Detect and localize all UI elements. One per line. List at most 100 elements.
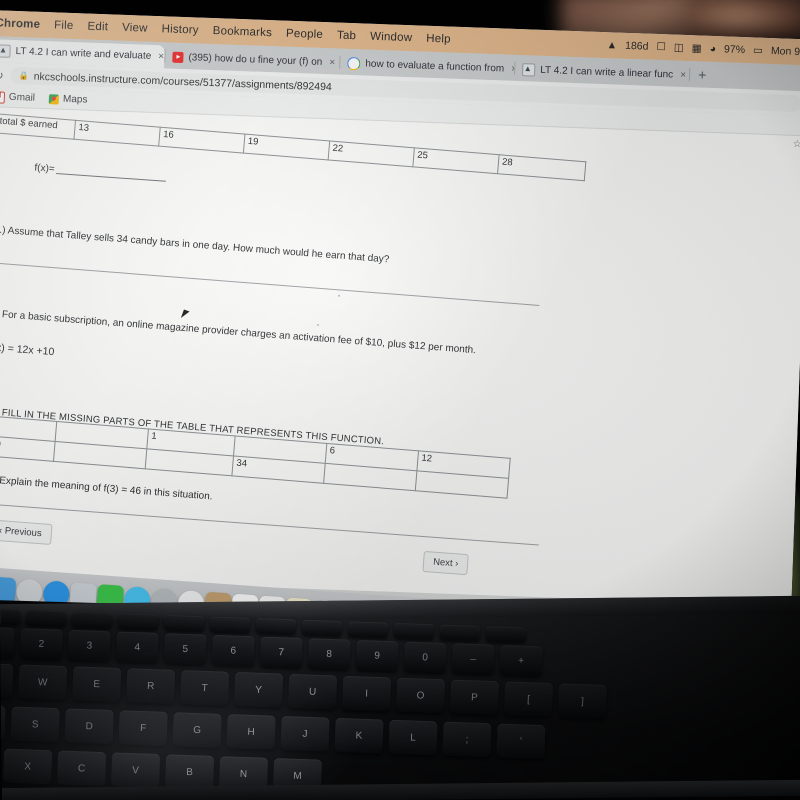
key-x[interactable]: ; [442, 721, 492, 758]
assignment-page: ☆ total $ earned 13 16 19 22 25 28 f(x)=… [0, 106, 800, 607]
previous-button[interactable]: ‹ Previous [0, 519, 53, 545]
earnings-cell-3[interactable]: 19 [243, 134, 330, 160]
key-w[interactable]: W [18, 664, 68, 701]
key-8[interactable]: 8 [307, 638, 351, 670]
key-f11[interactable] [439, 624, 481, 641]
earnings-cell-6[interactable]: 28 [497, 154, 586, 181]
menu-file[interactable]: File [54, 19, 74, 32]
key-t[interactable]: T [180, 670, 230, 706]
key-e[interactable]: E [72, 666, 122, 702]
key-7[interactable]: 7 [259, 636, 303, 668]
fx-prompt-line: f(x)= [34, 162, 167, 182]
menu-people[interactable]: People [286, 28, 323, 41]
key-o[interactable]: O [395, 677, 446, 714]
key-r[interactable]: R [126, 668, 176, 704]
key-j[interactable]: J [280, 715, 330, 752]
close-icon[interactable]: × [680, 70, 686, 81]
key-f8[interactable] [301, 619, 343, 637]
key-f7[interactable] [255, 618, 297, 635]
battery-icon[interactable]: ▭ [753, 44, 763, 56]
key-k[interactable]: K [334, 717, 384, 754]
menubar-clock[interactable]: Mon 9: [771, 45, 800, 58]
question-2b-text: b.) Explain the meaning of f(3) = 46 in … [0, 474, 213, 503]
menu-window[interactable]: Window [370, 31, 413, 44]
key-d[interactable]: D [64, 708, 114, 745]
menu-edit[interactable]: Edit [87, 21, 108, 34]
key-f4[interactable] [117, 613, 159, 630]
key-4[interactable]: 4 [115, 631, 159, 663]
key-9[interactable]: 9 [355, 639, 399, 672]
earnings-cell-4[interactable]: 22 [328, 140, 415, 167]
question-2-text: 2. For a basic subscription, an online m… [0, 308, 477, 357]
key-i[interactable]: I [341, 675, 392, 712]
input-language-flag-icon[interactable]: ▦ [692, 42, 702, 54]
key-v[interactable]: V [110, 752, 161, 789]
menu-bookmarks[interactable]: Bookmarks [213, 25, 273, 39]
wifi-icon[interactable]: ◕ [709, 43, 716, 55]
key-l[interactable]: L [388, 719, 438, 756]
star-icon[interactable]: ☆ [793, 139, 800, 150]
browser-tab-1-title: LT 4.2 I can write and evaluate [15, 46, 152, 62]
menu-view[interactable]: View [122, 22, 148, 35]
key-f5[interactable] [163, 614, 205, 632]
key-0[interactable]: 0 [403, 641, 447, 674]
browser-tab-2-title: (395) how do u fine your (f) on [188, 52, 323, 68]
key-x[interactable]: X [3, 748, 53, 785]
maps-icon [48, 93, 60, 105]
bookmark-maps[interactable]: Maps [48, 93, 88, 106]
menu-history[interactable]: History [161, 23, 199, 36]
fx-prompt-label: f(x)= [34, 162, 56, 175]
new-tab-button[interactable]: + [690, 66, 715, 83]
key-x[interactable]: ' [496, 723, 546, 760]
close-icon[interactable]: × [329, 57, 335, 68]
question-2-function: f(x) = 12x +10 [0, 341, 55, 359]
key-x[interactable]: + [499, 644, 543, 677]
key-f[interactable]: F [118, 710, 168, 746]
gmail-icon [0, 90, 6, 104]
key-3[interactable]: 3 [67, 629, 111, 662]
earnings-cell-2[interactable]: 16 [158, 127, 245, 154]
reload-icon[interactable]: ↻ [0, 68, 4, 82]
key-f2[interactable] [25, 610, 67, 627]
key-f3[interactable] [71, 611, 113, 628]
screen-mirroring-icon[interactable]: ☐ [656, 41, 666, 53]
menu-help[interactable]: Help [426, 33, 451, 46]
timer-icon[interactable]: ▲ [607, 39, 618, 51]
display-icon[interactable]: ◫ [674, 42, 684, 54]
key-b[interactable]: B [164, 754, 215, 790]
key-a[interactable]: A [0, 704, 6, 741]
earnings-cell-5[interactable]: 25 [412, 147, 500, 174]
room-background-highlight [690, 0, 800, 40]
key-q[interactable]: Q [0, 662, 14, 699]
lock-icon: 🔒 [18, 71, 29, 81]
key-f12[interactable] [485, 626, 527, 643]
key-u[interactable]: U [288, 673, 338, 710]
menubar-timer-label[interactable]: 186d [625, 40, 649, 53]
key-x[interactable]: – [451, 643, 495, 675]
key-f9[interactable] [347, 621, 389, 638]
key-f1[interactable] [0, 608, 21, 625]
key-x[interactable]: ] [557, 683, 608, 719]
menu-app-name[interactable]: Chrome [0, 17, 40, 31]
key-p[interactable]: P [449, 679, 500, 716]
key-g[interactable]: G [172, 712, 222, 748]
question-1b-text: b.) Assume that Talley sells 34 candy ba… [0, 224, 390, 266]
key-1[interactable]: 1 [0, 626, 15, 658]
key-h[interactable]: H [226, 714, 276, 750]
key-c[interactable]: C [57, 750, 107, 787]
paper-speck [316, 323, 319, 327]
battery-percent-label[interactable]: 97% [724, 43, 745, 56]
key-6[interactable]: 6 [211, 634, 255, 667]
next-button[interactable]: Next › [422, 550, 470, 576]
key-5[interactable]: 5 [163, 633, 207, 665]
key-f6[interactable] [209, 616, 251, 633]
key-y[interactable]: Y [234, 671, 284, 708]
key-x[interactable]: [ [503, 681, 554, 718]
key-2[interactable]: 2 [19, 628, 63, 660]
key-f10[interactable] [393, 622, 435, 640]
key-s[interactable]: S [10, 706, 60, 743]
fx-answer-blank[interactable] [56, 173, 167, 182]
earnings-cell-1[interactable]: 13 [73, 120, 161, 147]
bookmark-gmail[interactable]: Gmail [0, 90, 35, 104]
menu-tab[interactable]: Tab [337, 30, 357, 43]
